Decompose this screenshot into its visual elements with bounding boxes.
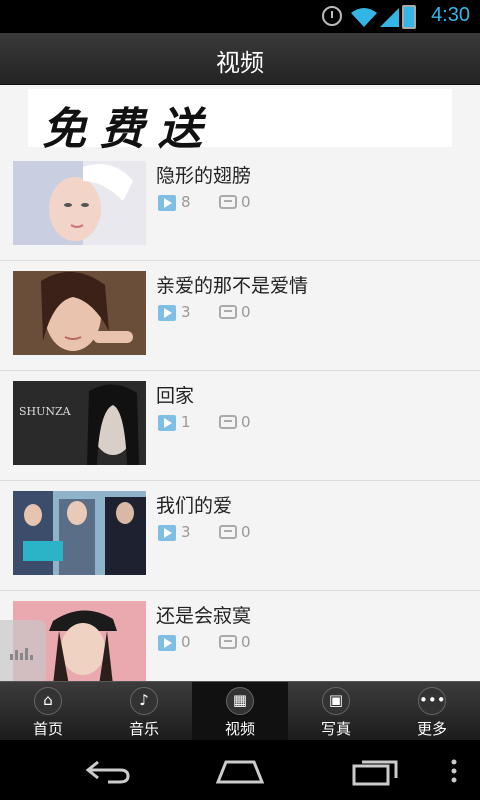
title-bar: 视频 (0, 33, 480, 85)
thumb-caption: SHUNZA (19, 405, 72, 418)
home-nav-icon[interactable] (214, 756, 266, 786)
tab-music[interactable]: ♪ 音乐 (96, 682, 192, 741)
video-list[interactable]: 隐形的翅膀 8 0 亲爱的那不是爱情 3 0 SHUNZA 回家 1 0 我们的… (0, 151, 480, 681)
tab-label: 首页 (32, 720, 63, 738)
play-count: 8 (181, 193, 191, 211)
tab-video[interactable]: ▦ 视频 (192, 682, 288, 741)
more-icon: ••• (418, 687, 446, 715)
play-count: 3 (181, 303, 191, 321)
equalizer-icon (10, 648, 33, 660)
music-icon: ♪ (130, 687, 158, 715)
alarm-icon (322, 6, 342, 26)
video-title: 亲爱的那不是爱情 (156, 275, 309, 297)
overflow-menu-icon[interactable] (448, 756, 460, 786)
video-thumbnail[interactable]: SHUNZA (13, 381, 146, 465)
video-thumbnail[interactable] (13, 271, 146, 355)
video-title: 回家 (156, 385, 195, 407)
tab-home[interactable]: ⌂ 首页 (0, 682, 96, 741)
tab-label: 更多 (416, 720, 447, 738)
system-navigation-bar (0, 740, 480, 800)
banner-text: 免费送 (42, 104, 216, 155)
video-list-item[interactable]: 隐形的翅膀 8 0 (0, 151, 480, 261)
play-count-icon (158, 305, 176, 321)
status-bar: 4:30 (0, 0, 480, 33)
bottom-tab-bar: ⌂ 首页 ♪ 音乐 ▦ 视频 ▣ 写真 ••• 更多 (0, 681, 480, 741)
video-title: 隐形的翅膀 (156, 165, 252, 187)
signal-icon (380, 8, 399, 27)
video-list-screen[interactable]: 免费送 隐形的翅膀 8 0 亲爱的那不是爱情 3 0 SHUNZA 回家 1 0… (0, 85, 480, 681)
play-count-icon (158, 525, 176, 541)
battery-icon (402, 5, 416, 29)
comment-icon (219, 525, 237, 539)
play-count: 3 (181, 523, 191, 541)
video-list-item[interactable]: 我们的爱 3 0 (0, 481, 480, 591)
video-list-item[interactable]: SHUNZA 回家 1 0 (0, 371, 480, 481)
video-thumbnail[interactable] (13, 161, 146, 245)
tab-label: 视频 (224, 720, 255, 738)
recent-apps-icon[interactable] (350, 756, 400, 786)
back-icon[interactable] (84, 756, 132, 786)
tab-photo[interactable]: ▣ 写真 (288, 682, 384, 741)
tab-label: 写真 (320, 720, 351, 738)
tab-more[interactable]: ••• 更多 (384, 682, 480, 741)
comment-icon (219, 635, 237, 649)
video-list-item[interactable]: 还是会寂寞 0 0 (0, 591, 480, 681)
comment-count: 0 (241, 633, 251, 651)
comment-icon (219, 195, 237, 209)
video-thumbnail[interactable] (13, 491, 146, 575)
promo-banner[interactable]: 免费送 (28, 89, 452, 155)
page-title: 视频 (216, 49, 264, 77)
wifi-icon (351, 8, 377, 27)
photo-icon: ▣ (322, 687, 350, 715)
video-title: 还是会寂寞 (156, 605, 252, 627)
comment-count: 0 (241, 413, 251, 431)
comment-count: 0 (241, 193, 251, 211)
play-count-icon (158, 635, 176, 651)
play-count-icon (158, 195, 176, 211)
comment-icon (219, 415, 237, 429)
video-list-item[interactable]: 亲爱的那不是爱情 3 0 (0, 261, 480, 371)
home-icon: ⌂ (34, 687, 62, 715)
comment-count: 0 (241, 523, 251, 541)
play-count: 1 (181, 413, 191, 431)
status-time: 4:30 (431, 4, 470, 26)
play-count: 0 (181, 633, 191, 651)
video-title: 我们的爱 (156, 495, 233, 517)
play-count-icon (158, 415, 176, 431)
music-player-float-button[interactable] (0, 620, 46, 684)
video-icon: ▦ (226, 687, 254, 715)
tab-label: 音乐 (128, 720, 159, 738)
comment-icon (219, 305, 237, 319)
comment-count: 0 (241, 303, 251, 321)
